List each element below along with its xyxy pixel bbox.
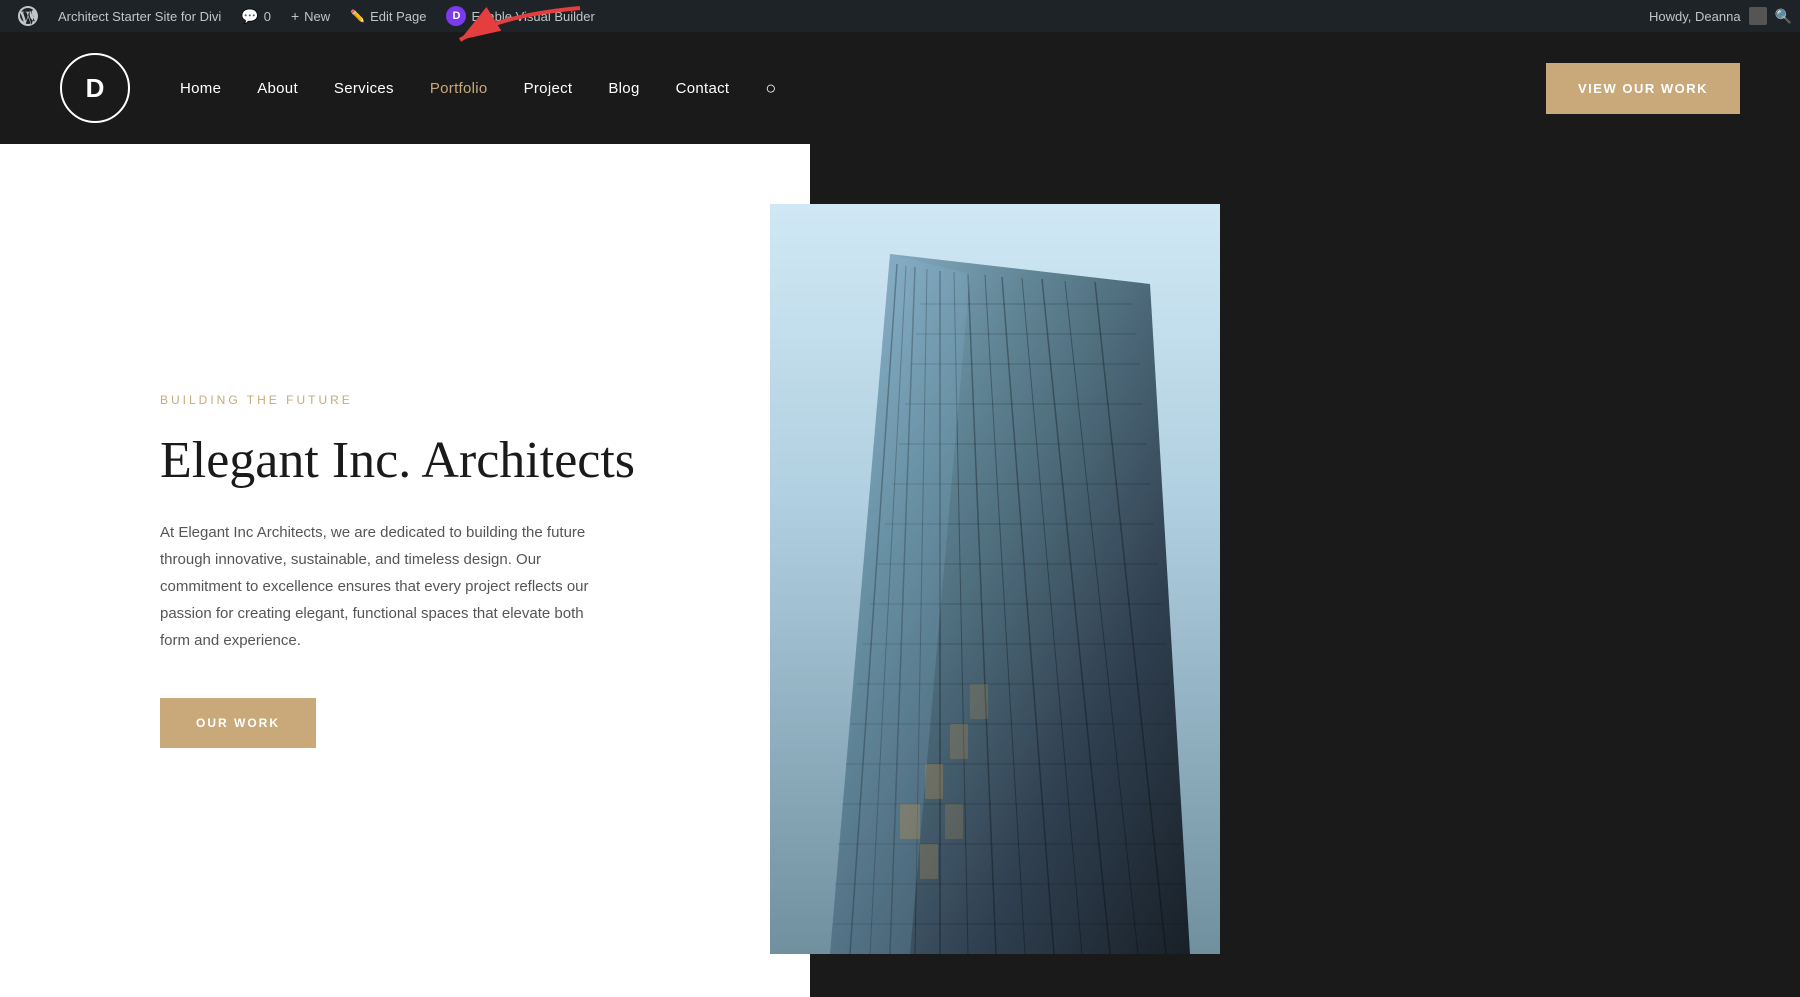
hero-title: Elegant Inc. Architects xyxy=(160,431,730,491)
site-name-item[interactable]: Architect Starter Site for Divi xyxy=(48,0,231,32)
comment-icon: 💬 xyxy=(241,8,258,25)
comments-count: 0 xyxy=(264,9,271,24)
comments-item[interactable]: 💬 0 xyxy=(231,0,281,32)
divi-item[interactable]: D Enable Visual Builder xyxy=(436,0,604,32)
site-name-label: Architect Starter Site for Divi xyxy=(58,9,221,24)
hero-left: BUILDING THE FUTURE Elegant Inc. Archite… xyxy=(0,144,810,997)
logo-letter: D xyxy=(86,73,105,104)
site-header: D Home About Services Portfolio Project … xyxy=(0,32,1800,144)
building-image xyxy=(770,204,1220,954)
edit-page-item[interactable]: ✏️ Edit Page xyxy=(340,0,436,32)
nav-services[interactable]: Services xyxy=(334,80,394,97)
main-nav: Home About Services Portfolio Project Bl… xyxy=(180,78,1546,99)
nav-about[interactable]: About xyxy=(257,80,298,97)
hero-subtitle: BUILDING THE FUTURE xyxy=(160,393,730,407)
nav-search-icon[interactable]: ○ xyxy=(765,78,776,99)
pencil-icon: ✏️ xyxy=(350,9,365,23)
edit-page-label: Edit Page xyxy=(370,9,426,24)
building-svg xyxy=(770,204,1220,954)
enable-vb-label: Enable Visual Builder xyxy=(471,9,594,24)
plus-icon: + xyxy=(291,8,299,24)
wp-logo-item[interactable] xyxy=(8,0,48,32)
nav-home[interactable]: Home xyxy=(180,80,221,97)
hero-section: BUILDING THE FUTURE Elegant Inc. Archite… xyxy=(0,144,1800,997)
nav-contact[interactable]: Contact xyxy=(676,80,730,97)
our-work-button[interactable]: OUR WORK xyxy=(160,698,316,748)
hero-right xyxy=(810,144,1800,997)
site-wrapper: D Home About Services Portfolio Project … xyxy=(0,32,1800,997)
nav-blog[interactable]: Blog xyxy=(608,80,639,97)
divi-icon: D xyxy=(446,6,466,26)
new-item[interactable]: + New xyxy=(281,0,340,32)
hero-description: At Elegant Inc Architects, we are dedica… xyxy=(160,519,590,654)
view-work-button[interactable]: VIEW OUR WORK xyxy=(1546,63,1740,114)
new-label: New xyxy=(304,9,330,24)
site-logo[interactable]: D xyxy=(60,53,130,123)
user-avatar xyxy=(1749,7,1767,25)
admin-search-icon[interactable]: 🔍 xyxy=(1775,8,1792,25)
admin-bar: Architect Starter Site for Divi 💬 0 + Ne… xyxy=(0,0,1800,32)
nav-portfolio[interactable]: Portfolio xyxy=(430,80,488,97)
nav-project[interactable]: Project xyxy=(524,80,573,97)
howdy-label: Howdy, Deanna xyxy=(1649,9,1741,24)
